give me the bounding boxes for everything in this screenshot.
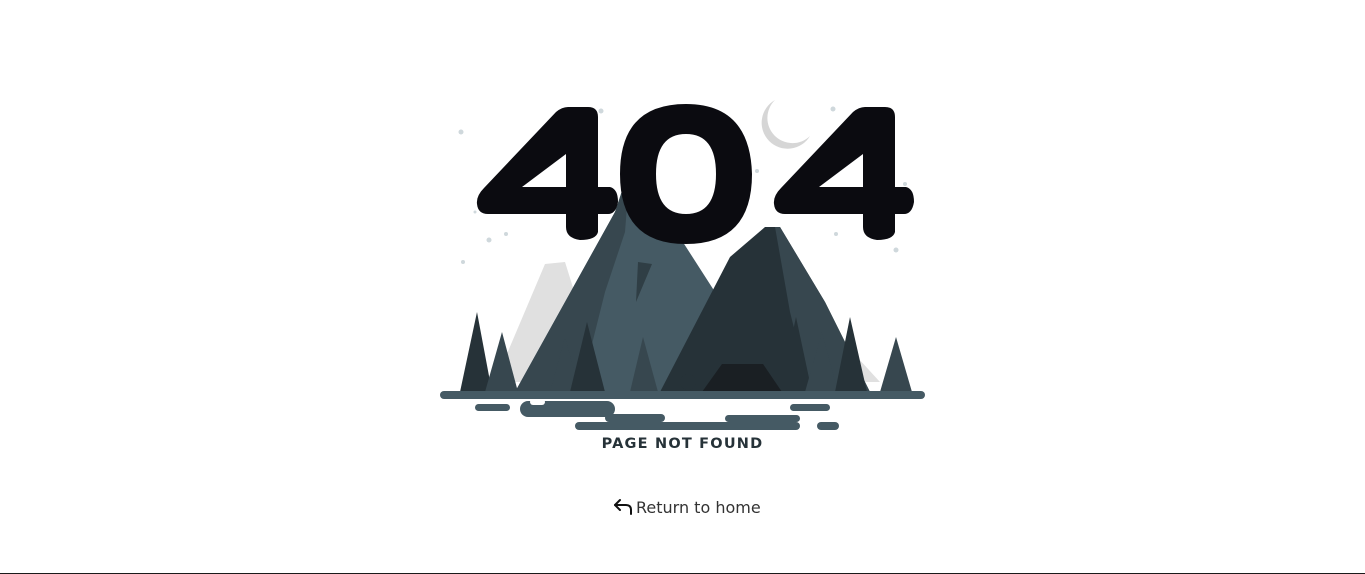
not-found-page: PAGE NOT FOUND Return to home [0, 0, 1365, 574]
error-code-digits [476, 104, 914, 244]
page-not-found-caption: PAGE NOT FOUND [601, 436, 764, 452]
moon [761, 100, 810, 149]
arrow-return-left-icon [612, 497, 634, 517]
return-to-home-label: Return to home [636, 497, 761, 517]
return-to-home-link[interactable]: Return to home [612, 496, 761, 518]
not-found-illustration [430, 92, 935, 432]
digit-four-right [773, 107, 914, 240]
digit-zero [620, 104, 752, 244]
digit-four-left [476, 107, 618, 240]
